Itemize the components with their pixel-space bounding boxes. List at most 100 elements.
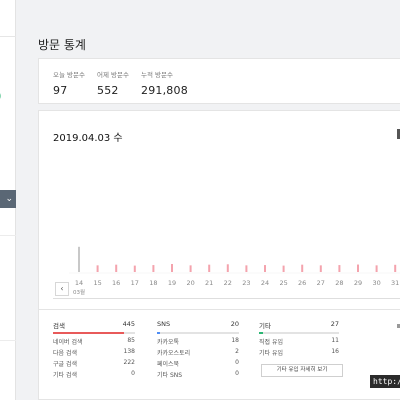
tick-label-15: 15 bbox=[93, 279, 101, 287]
inflow-categories: 검색 445 네이버 검색 85 다음 검색 138 구글 검색 222 기타 검색 0… bbox=[38, 310, 400, 400]
tick-label-17: 17 bbox=[131, 279, 139, 287]
sidebar-divider bbox=[0, 36, 16, 37]
search-header: 검색 445 bbox=[53, 318, 135, 330]
sns-share-bar bbox=[157, 332, 239, 334]
today-visits-value: 97 bbox=[53, 84, 68, 97]
url-watermark: http:// bbox=[370, 375, 400, 388]
row-value: 222 bbox=[123, 358, 135, 366]
prev-period-button[interactable]: ‹ bbox=[55, 282, 69, 296]
bar-day-31[interactable] bbox=[394, 264, 397, 272]
row-name: 기타 검색 bbox=[53, 371, 77, 379]
bar-day-22[interactable] bbox=[226, 264, 229, 272]
list-item: 구글 검색 222 bbox=[53, 357, 135, 368]
etc-detail-button[interactable]: 기타 유입 자세히 보기 bbox=[261, 364, 343, 377]
row-name: 다음 검색 bbox=[53, 349, 77, 357]
tick-label-16: 16 bbox=[112, 279, 120, 287]
chart-divider bbox=[53, 298, 400, 299]
bar-day-24[interactable] bbox=[264, 265, 266, 272]
bar-day-16[interactable] bbox=[115, 264, 118, 272]
total-visits: 누적 방문수 291,808 bbox=[141, 69, 188, 97]
row-value: 0 bbox=[235, 369, 239, 377]
list-item: 카카오톡 18 bbox=[157, 335, 239, 346]
yesterday-visits-label: 어제 방문수 bbox=[97, 71, 129, 79]
daily-visits-chart-card: 2019.04.03 수 14 15 16 17 18 19 20 21 22 23 24 25 26 2… bbox=[38, 110, 400, 310]
month-label: 03월 bbox=[73, 288, 85, 296]
sidebar-divider bbox=[0, 235, 16, 236]
row-value: 138 bbox=[123, 347, 135, 355]
etc-share-bar bbox=[259, 332, 339, 334]
tick-label-18: 18 bbox=[149, 279, 157, 287]
chevron-down-icon: ⌄ bbox=[5, 194, 13, 204]
tick-label-30: 30 bbox=[372, 279, 380, 287]
etc-share-fill bbox=[259, 332, 263, 334]
yesterday-visits-value: 552 bbox=[97, 84, 119, 97]
search-share-bar bbox=[53, 332, 135, 334]
row-name: 네이버 검색 bbox=[53, 338, 83, 346]
row-name: 페이스북 bbox=[157, 360, 180, 368]
yesterday-visits: 어제 방문수 552 bbox=[97, 69, 129, 97]
bar-day-27[interactable] bbox=[319, 265, 322, 272]
tick-label-25: 25 bbox=[279, 279, 287, 287]
bar-day-21[interactable] bbox=[208, 264, 211, 272]
row-value: 16 bbox=[331, 347, 339, 355]
bar-day-19[interactable] bbox=[171, 264, 173, 272]
blog-logo-icon bbox=[0, 93, 1, 99]
row-value: 2 bbox=[235, 347, 239, 355]
tick-label-31: 31 bbox=[391, 279, 399, 287]
total-visits-value: 291,808 bbox=[141, 84, 188, 97]
sns-panel: SNS 20 카카오톡 18 카카오스토리 2 페이스북 0 기타 SNS 0 bbox=[157, 318, 239, 379]
search-share-fill bbox=[53, 332, 124, 334]
tick-label-21: 21 bbox=[205, 279, 213, 287]
today-visits: 오늘 방문수 97 bbox=[53, 69, 85, 97]
bar-day-28[interactable] bbox=[338, 265, 341, 272]
bar-day-15[interactable] bbox=[96, 265, 99, 272]
today-visits-label: 오늘 방문수 bbox=[53, 71, 85, 79]
row-name: 기타 유입 bbox=[259, 349, 283, 357]
bar-day-25[interactable] bbox=[282, 265, 285, 272]
tick-label-29: 29 bbox=[354, 279, 362, 287]
row-value: 11 bbox=[331, 336, 339, 344]
daily-visits-chart: 14 15 16 17 18 19 20 21 22 23 24 25 26 27 28 29 30 31 03월 bbox=[69, 246, 400, 296]
tick-label-23: 23 bbox=[242, 279, 250, 287]
etc-panel: 기타 27 직접 유입 11 기타 유입 16 bbox=[259, 318, 339, 357]
row-value: 0 bbox=[131, 369, 135, 377]
row-value: 18 bbox=[231, 336, 239, 344]
list-item: 직접 유입 11 bbox=[259, 335, 339, 346]
visit-summary-card: 오늘 방문수 97 어제 방문수 552 누적 방문수 291,808 bbox=[38, 58, 400, 104]
tick-label-19: 19 bbox=[168, 279, 176, 287]
list-item: 기타 유입 16 bbox=[259, 346, 339, 357]
page-title: 방문 통계 bbox=[38, 38, 86, 52]
tick-label-24: 24 bbox=[261, 279, 269, 287]
search-total: 445 bbox=[122, 320, 135, 328]
row-name: 기타 SNS bbox=[157, 371, 183, 379]
row-value: 0 bbox=[235, 358, 239, 366]
blog-select-dropdown[interactable]: ⌄ bbox=[0, 190, 16, 208]
list-item: 네이버 검색 85 bbox=[53, 335, 135, 346]
bar-day-14[interactable] bbox=[78, 246, 80, 272]
tick-label-14: 14 bbox=[75, 279, 83, 287]
row-name: 카카오톡 bbox=[157, 338, 180, 346]
bar-day-20[interactable] bbox=[189, 265, 192, 272]
list-item: 페이스북 0 bbox=[157, 357, 239, 368]
search-panel: 검색 445 네이버 검색 85 다음 검색 138 구글 검색 222 기타 검색 0 bbox=[53, 318, 135, 379]
list-item: 카카오스토리 2 bbox=[157, 346, 239, 357]
row-name: 구글 검색 bbox=[53, 360, 77, 368]
chevron-left-icon: ‹ bbox=[60, 284, 64, 293]
bar-day-29[interactable] bbox=[357, 264, 359, 272]
sidebar-divider bbox=[0, 340, 16, 341]
search-label: 검색 bbox=[53, 322, 65, 330]
tick-label-27: 27 bbox=[317, 279, 325, 287]
list-item: 기타 검색 0 bbox=[53, 368, 135, 379]
bar-day-18[interactable] bbox=[152, 265, 155, 272]
bar-day-23[interactable] bbox=[245, 265, 248, 272]
bar-day-26[interactable] bbox=[301, 264, 304, 272]
list-item: 다음 검색 138 bbox=[53, 346, 135, 357]
sidebar: ⌄ bbox=[0, 0, 16, 400]
list-item: 기타 SNS 0 bbox=[157, 368, 239, 379]
sns-total: 20 bbox=[230, 320, 239, 328]
bar-day-30[interactable] bbox=[375, 265, 378, 272]
tick-label-20: 20 bbox=[186, 279, 194, 287]
sns-header: SNS 20 bbox=[157, 318, 239, 330]
bar-day-17[interactable] bbox=[133, 265, 136, 272]
etc-total: 27 bbox=[330, 320, 339, 328]
